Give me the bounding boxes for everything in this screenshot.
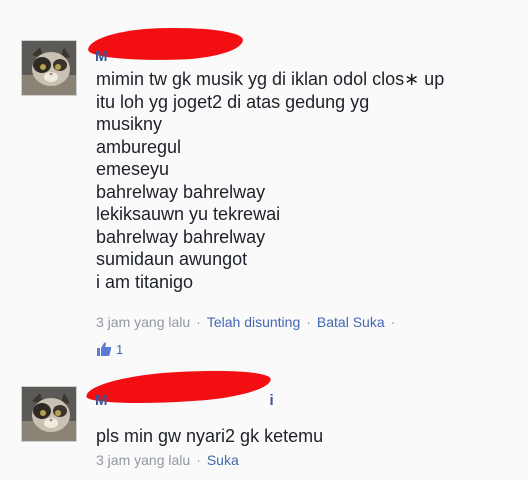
comment-thread: M mimin tw gk musik yg di iklan odol clo… bbox=[0, 0, 528, 480]
comment-text: pls min gw nyari2 gk ketemu bbox=[96, 425, 323, 448]
separator-dot: · bbox=[196, 452, 201, 468]
separator-dot: · bbox=[390, 314, 396, 330]
edited-link[interactable]: Telah disunting bbox=[207, 314, 300, 330]
comment-line: bahrelway bahrelway bbox=[96, 181, 266, 202]
author-name[interactable]: M bbox=[95, 48, 108, 65]
comment-item: Mi pls min gw nyari2 gk ketemu 3 jam yan… bbox=[0, 365, 528, 480]
separator-dot: · bbox=[306, 314, 311, 330]
comment-line: musikny bbox=[96, 114, 163, 134]
comment-line: emeseyu bbox=[96, 159, 170, 179]
author-name[interactable]: Mi bbox=[95, 392, 274, 409]
timestamp[interactable]: 3 jam yang lalu bbox=[96, 452, 190, 468]
comment-line: sumidaun awungot bbox=[96, 249, 248, 269]
timestamp[interactable]: 3 jam yang lalu bbox=[96, 314, 190, 330]
like-count[interactable]: 1 bbox=[96, 341, 123, 357]
cat-avatar-icon bbox=[22, 41, 76, 95]
unlike-button[interactable]: Batal Suka bbox=[317, 314, 385, 330]
thumbs-up-icon bbox=[97, 342, 112, 356]
comment-text: mimin tw gk musik yg di iklan odol clos∗… bbox=[96, 68, 444, 293]
comment-line: i am titanigo bbox=[96, 271, 194, 292]
avatar[interactable] bbox=[21, 386, 77, 442]
like-count-value: 1 bbox=[116, 341, 124, 357]
comment-line: mimin tw gk musik yg di iklan odol clos∗… bbox=[96, 69, 445, 89]
like-button[interactable]: Suka bbox=[207, 452, 239, 468]
comment-meta: 3 jam yang lalu · Suka bbox=[96, 452, 239, 468]
redaction-mark bbox=[87, 25, 244, 63]
comment-meta: 3 jam yang lalu · Telah disunting · Batal Su… bbox=[96, 314, 401, 330]
comment-line: bahrelway bahrelway bbox=[96, 226, 266, 247]
comment-line: lekiksauwn yu tekrewai bbox=[96, 204, 281, 224]
separator-dot: · bbox=[196, 314, 201, 330]
comment-item: M mimin tw gk musik yg di iklan odol clo… bbox=[0, 22, 528, 367]
comment-line: itu loh yg joget2 di atas gedung yg bbox=[96, 91, 370, 112]
avatar[interactable] bbox=[21, 40, 77, 96]
comment-line: amburegul bbox=[96, 136, 182, 157]
comment-line: pls min gw nyari2 gk ketemu bbox=[96, 426, 324, 446]
cat-avatar-icon bbox=[22, 387, 76, 441]
